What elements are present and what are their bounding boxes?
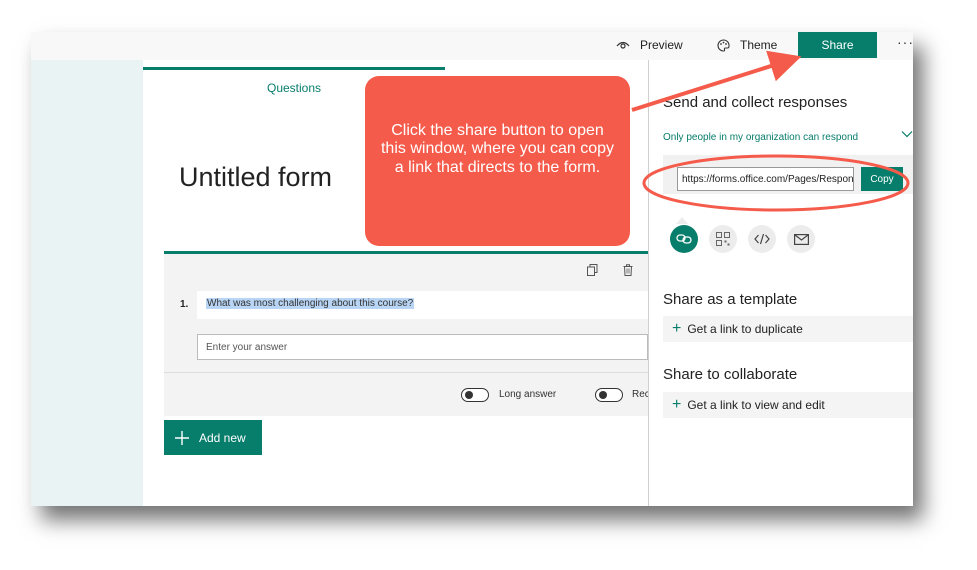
link-option-button[interactable] bbox=[670, 225, 698, 253]
trash-icon[interactable] bbox=[623, 264, 633, 276]
email-option-button[interactable] bbox=[787, 225, 815, 253]
plus-icon bbox=[175, 430, 189, 445]
template-heading: Share as a template bbox=[663, 291, 798, 308]
question-number: 1. bbox=[180, 299, 189, 310]
chevron-down-icon[interactable] bbox=[901, 130, 913, 138]
share-link-row: https://forms.office.com/Pages/Respon Co… bbox=[663, 155, 913, 194]
tab-questions[interactable]: Questions bbox=[267, 81, 321, 95]
share-panel: Send and collect responses Only people i… bbox=[648, 60, 913, 506]
send-collect-heading: Send and collect responses bbox=[663, 94, 848, 111]
selected-option-pointer bbox=[676, 217, 688, 224]
add-new-label: Add new bbox=[199, 430, 246, 445]
more-options-button[interactable]: ··· bbox=[897, 34, 913, 50]
long-answer-toggle[interactable] bbox=[461, 388, 489, 402]
link-icon bbox=[676, 234, 692, 244]
copy-link-button[interactable]: Copy bbox=[861, 167, 903, 191]
question-card[interactable]: 1. What was most challenging about this … bbox=[164, 251, 650, 416]
eye-icon bbox=[616, 41, 630, 49]
collaborate-link-label: Get a link to view and edit bbox=[687, 398, 825, 412]
required-toggle[interactable] bbox=[595, 388, 623, 402]
preview-label: Preview bbox=[640, 38, 683, 52]
plus-icon: + bbox=[672, 396, 682, 413]
answer-input[interactable]: Enter your answer bbox=[197, 334, 648, 360]
qr-code-option-button[interactable] bbox=[709, 225, 737, 253]
form-title[interactable]: Untitled form bbox=[179, 162, 332, 193]
embed-option-button[interactable] bbox=[748, 225, 776, 253]
form-background bbox=[31, 60, 143, 506]
question-options-bar: Long answer Rec bbox=[164, 372, 650, 416]
question-text[interactable]: What was most challenging about this cou… bbox=[206, 298, 415, 309]
question-title-field[interactable]: What was most challenging about this cou… bbox=[197, 291, 648, 319]
add-new-button[interactable]: Add new bbox=[164, 420, 262, 455]
theme-button[interactable]: Theme bbox=[717, 32, 777, 58]
qr-code-icon bbox=[716, 232, 730, 246]
collaborate-heading: Share to collaborate bbox=[663, 366, 798, 383]
annotation-callout: Click the share button to open this wind… bbox=[365, 76, 630, 246]
embed-icon bbox=[754, 233, 770, 245]
top-toolbar: Preview Theme Share ··· bbox=[31, 32, 913, 60]
plus-icon: + bbox=[672, 320, 682, 337]
duplicate-link-label: Get a link to duplicate bbox=[687, 322, 803, 336]
palette-icon bbox=[717, 38, 730, 52]
collaborate-link-button[interactable]: + Get a link to view and edit bbox=[663, 392, 913, 418]
long-answer-label: Long answer bbox=[499, 389, 557, 400]
permission-dropdown[interactable]: Only people in my organization can respo… bbox=[663, 132, 913, 143]
mail-icon bbox=[793, 233, 809, 245]
questions-tab-indicator bbox=[143, 67, 445, 70]
theme-label: Theme bbox=[740, 38, 778, 52]
copy-icon[interactable] bbox=[587, 264, 598, 276]
preview-button[interactable]: Preview bbox=[616, 32, 683, 58]
share-link-input[interactable]: https://forms.office.com/Pages/Respon bbox=[677, 167, 854, 191]
share-button[interactable]: Share bbox=[798, 32, 877, 58]
duplicate-link-button[interactable]: + Get a link to duplicate bbox=[663, 316, 913, 342]
